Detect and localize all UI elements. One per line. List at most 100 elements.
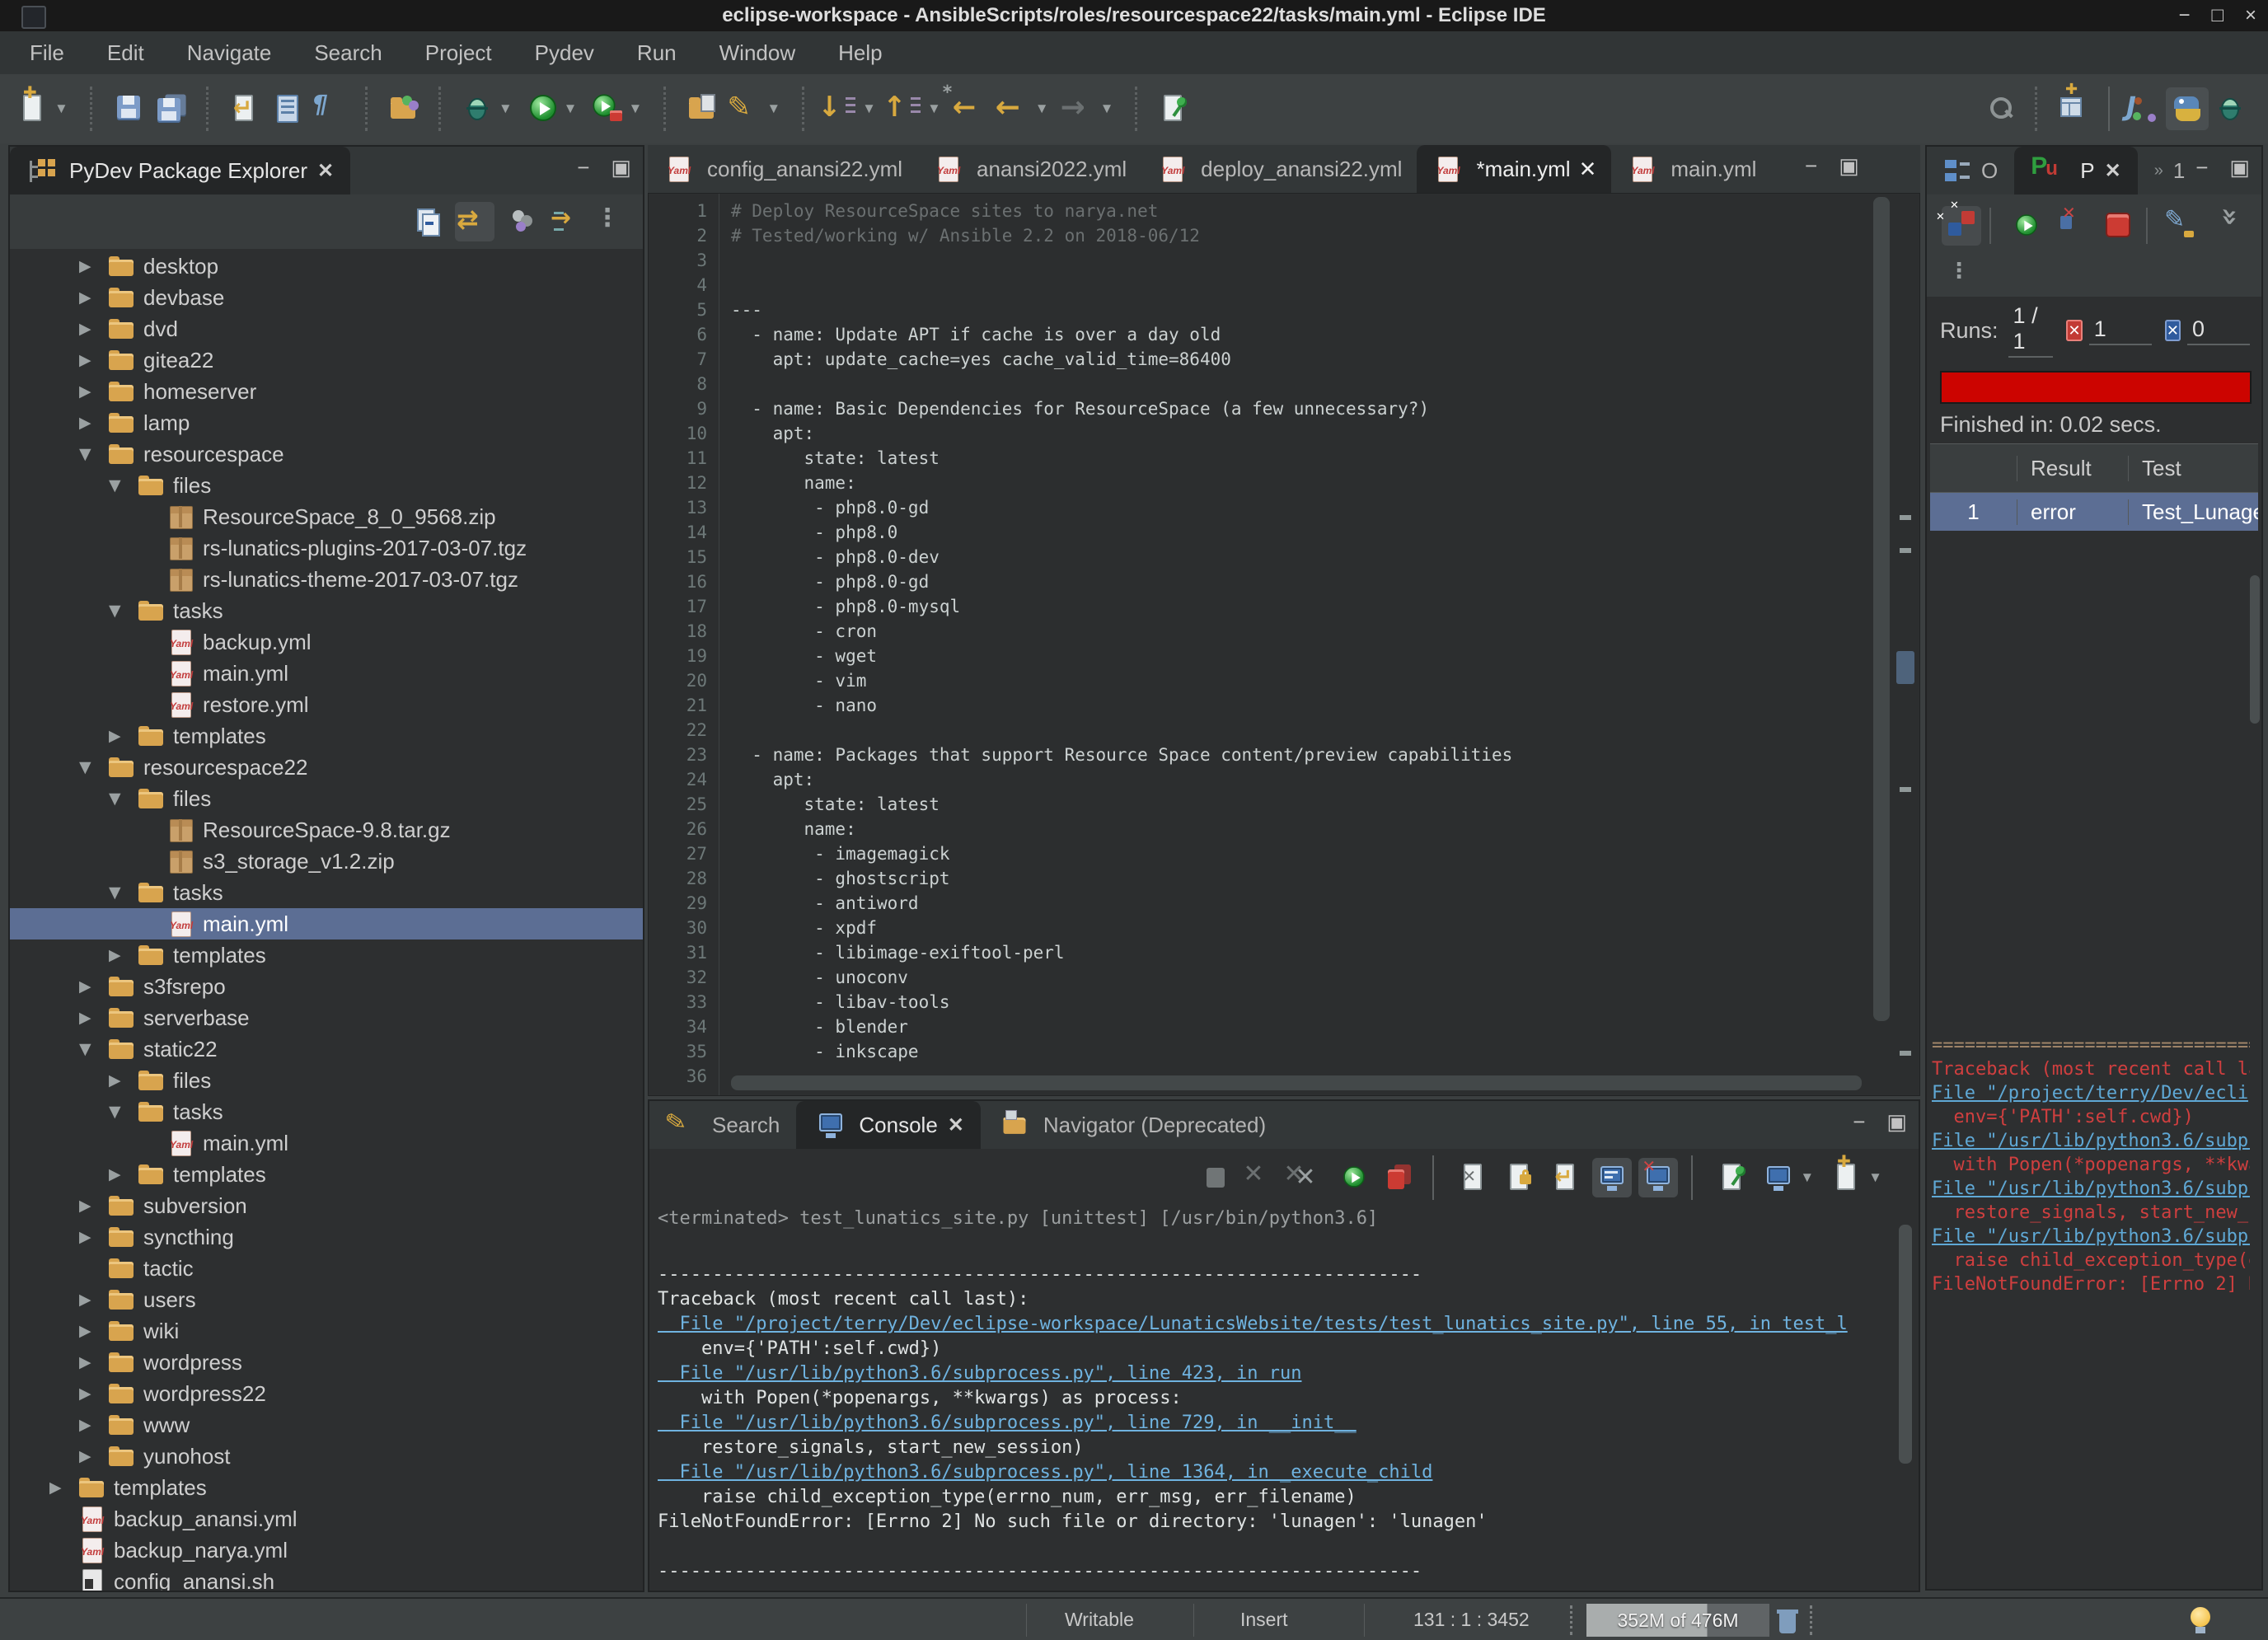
trace-line[interactable]: File "/usr/lib/python3.6/subprocess.py",…: [1932, 1225, 2250, 1249]
word-wrap-button[interactable]: ↵: [1546, 1158, 1586, 1197]
tab-pydev-package-explorer[interactable]: PyDev Package Explorer ✕: [10, 147, 350, 194]
debug-perspective-button[interactable]: [2209, 87, 2252, 130]
tree-item-static22[interactable]: ▼static22: [10, 1033, 643, 1065]
dropdown-arrow-icon[interactable]: ▼: [1800, 1169, 1814, 1186]
tree-item-files[interactable]: ▼files: [10, 470, 643, 501]
menu-help[interactable]: Help: [817, 35, 903, 71]
editor-tab-config-anansi22-yml[interactable]: Yamlconfig_anansi22.yml: [648, 145, 917, 193]
open-type-button[interactable]: [266, 87, 309, 130]
tree-expander-icon[interactable]: ▶: [79, 1416, 105, 1434]
tab-pyunit[interactable]: Pu P ✕: [2014, 147, 2137, 194]
dropdown-arrow-icon[interactable]: ▼: [564, 101, 578, 117]
terminate-all-button[interactable]: [1380, 1158, 1419, 1197]
open-resource-button[interactable]: [382, 87, 425, 130]
tree-expander-icon[interactable]: ▼: [79, 445, 105, 463]
tree-item-wiki[interactable]: ▶wiki: [10, 1315, 643, 1347]
close-view-icon[interactable]: ✕: [2105, 159, 2121, 183]
tab-console[interactable]: Console✕: [796, 1101, 981, 1149]
menu-edit[interactable]: Edit: [86, 35, 166, 71]
code-area[interactable]: # Deploy ResourceSpace sites to narya.ne…: [731, 194, 1870, 1096]
tree-item-tactic[interactable]: tactic: [10, 1253, 643, 1284]
tree-item-gitea22[interactable]: ▶gitea22: [10, 344, 643, 376]
tree-item-files[interactable]: ▶files: [10, 1065, 643, 1096]
save-button[interactable]: [107, 87, 150, 130]
forward-button[interactable]: →▼: [1057, 87, 1122, 130]
trace-line[interactable]: File "/project/terry/Dev/eclipse-workspa…: [1932, 1081, 2250, 1105]
tree-expander-icon[interactable]: ▶: [79, 288, 105, 307]
new-wizard-button[interactable]: ✚▼: [12, 87, 77, 130]
tree-expander-icon[interactable]: ▼: [109, 883, 135, 902]
open-console-button[interactable]: ✚▼: [1827, 1158, 1889, 1197]
tree-item-serverbase[interactable]: ▶serverbase: [10, 1002, 643, 1033]
view-menu-icon[interactable]: ⋮: [1948, 259, 1984, 295]
tree-item-devbase[interactable]: ▶devbase: [10, 282, 643, 313]
filters-button[interactable]: [501, 202, 541, 241]
pyunit-scrollbar[interactable]: [2250, 575, 2260, 724]
open-element-button[interactable]: ↵: [223, 87, 266, 130]
console-line[interactable]: File "/project/terry/Dev/eclipse-workspa…: [658, 1312, 1886, 1337]
run-garbage-collector-button[interactable]: [1774, 1605, 1802, 1637]
rerun-failed-button[interactable]: ✕: [2052, 206, 2092, 246]
tree-item-config-anansi-sh[interactable]: config_anansi.sh: [10, 1566, 643, 1591]
console-scrollbar[interactable]: [1899, 1225, 1912, 1464]
tree-item-tasks[interactable]: ▼tasks: [10, 1096, 643, 1127]
tree-item-backup-narya-yml[interactable]: Yamlbackup_narya.yml: [10, 1535, 643, 1566]
open-perspective-button[interactable]: ✚: [2052, 87, 2095, 130]
terminate-button[interactable]: [1195, 1158, 1235, 1197]
tree-expander-icon[interactable]: ▼: [79, 758, 105, 776]
tree-expander-icon[interactable]: ▶: [79, 382, 105, 401]
collapse-trace-button[interactable]: »: [2209, 206, 2248, 246]
next-annotation-button[interactable]: ↓▼: [819, 87, 884, 130]
tree-item-homeserver[interactable]: ▶homeserver: [10, 376, 643, 407]
search-button[interactable]: [1979, 87, 2022, 130]
tree-item-resourcespace[interactable]: ▼resourcespace: [10, 438, 643, 470]
maximize-button[interactable]: □: [2211, 4, 2223, 27]
debug-button[interactable]: ▼: [456, 87, 521, 130]
tree-expander-icon[interactable]: ▶: [79, 1385, 105, 1403]
tree-item-wordpress22[interactable]: ▶wordpress22: [10, 1378, 643, 1409]
dropdown-arrow-icon[interactable]: ▼: [766, 101, 780, 117]
tree-expander-icon[interactable]: ▶: [79, 257, 105, 275]
edit-test-button[interactable]: ✎: [2163, 206, 2202, 246]
menu-navigate[interactable]: Navigate: [166, 35, 293, 71]
menu-pydev[interactable]: Pydev: [513, 35, 616, 71]
link-with-editor-button[interactable]: ⇄: [455, 202, 494, 241]
tree-item-tasks[interactable]: ▼tasks: [10, 877, 643, 908]
back-button[interactable]: ←▼: [992, 87, 1057, 130]
dropdown-arrow-icon[interactable]: ▼: [628, 101, 642, 117]
dropdown-arrow-icon[interactable]: ▼: [927, 101, 941, 117]
tree-item-s3fsrepo[interactable]: ▶s3fsrepo: [10, 971, 643, 1002]
console-output[interactable]: ----------------------------------------…: [658, 1263, 1886, 1587]
tree-item-subversion[interactable]: ▶subversion: [10, 1190, 643, 1221]
tree-expander-icon[interactable]: ▶: [79, 1291, 105, 1309]
rerun-test-button[interactable]: [2006, 206, 2045, 246]
tree-item-files[interactable]: ▼files: [10, 783, 643, 814]
close-view-icon[interactable]: ✕: [317, 159, 334, 183]
console-line[interactable]: File "/usr/lib/python3.6/subprocess.py",…: [658, 1411, 1886, 1436]
java-perspective-button[interactable]: J: [2123, 87, 2166, 130]
minimize-view-button[interactable]: −: [577, 155, 589, 180]
tree-item-restore-yml[interactable]: Yamlrestore.yml: [10, 689, 643, 720]
tree-expander-icon[interactable]: ▶: [79, 414, 105, 432]
tree-expander-icon[interactable]: ▶: [79, 1322, 105, 1340]
close-button[interactable]: ×: [2245, 4, 2256, 27]
tree-expander-icon[interactable]: ▶: [79, 1009, 105, 1027]
tree-item-resourcespace22[interactable]: ▼resourcespace22: [10, 752, 643, 783]
tree-expander-icon[interactable]: ▶: [79, 320, 105, 338]
minimize-view-button[interactable]: −: [2195, 155, 2208, 180]
tree-expander-icon[interactable]: ▶: [109, 727, 135, 745]
maximize-view-button[interactable]: ▣: [611, 155, 631, 180]
tree-expander-icon[interactable]: ▶: [109, 1165, 135, 1183]
menu-run[interactable]: Run: [616, 35, 698, 71]
tree-expander-icon[interactable]: ▶: [79, 1353, 105, 1371]
console-line[interactable]: File "/usr/lib/python3.6/subprocess.py",…: [658, 1361, 1886, 1386]
menu-project[interactable]: Project: [404, 35, 513, 71]
tab-minimized-views[interactable]: » 1: [2138, 147, 2202, 194]
tree-item-www[interactable]: ▶www: [10, 1409, 643, 1441]
show-failures-only-button[interactable]: ✕✕: [1942, 206, 1981, 246]
tree-item-templates[interactable]: ▶templates: [10, 1159, 643, 1190]
dropdown-arrow-icon[interactable]: ▼: [862, 101, 876, 117]
tree-item-templates[interactable]: ▶templates: [10, 720, 643, 752]
tree-item-resourcespace-9-8-tar-gz[interactable]: ResourceSpace-9.8.tar.gz: [10, 814, 643, 846]
tree-item-wordpress[interactable]: ▶wordpress: [10, 1347, 643, 1378]
